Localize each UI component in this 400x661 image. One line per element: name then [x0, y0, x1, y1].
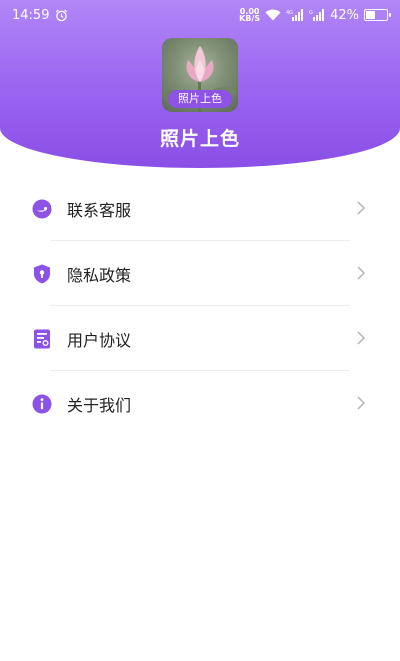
clock-time: 14:59 [12, 7, 50, 23]
settings-menu: 联系客服 隐私政策 用户协议 关于我们 [0, 176, 400, 436]
menu-item-contact-service[interactable]: 联系客服 [0, 176, 400, 241]
chevron-right-icon [357, 266, 366, 280]
wifi-icon [265, 9, 281, 21]
svg-text:G: G [309, 10, 313, 16]
menu-item-label: 联系客服 [67, 200, 132, 220]
document-icon [32, 329, 52, 349]
menu-item-privacy-policy[interactable]: 隐私政策 [0, 241, 400, 306]
menu-item-about-us[interactable]: 关于我们 [0, 371, 400, 436]
customer-service-icon [32, 199, 52, 219]
shield-icon [32, 264, 52, 284]
battery-icon [364, 9, 391, 21]
header-banner: 14:59 0.00 KB/S 4G G 42% 照片上色 照片上色 [0, 0, 400, 168]
menu-item-user-agreement[interactable]: 用户协议 [0, 306, 400, 371]
alarm-icon [56, 9, 68, 21]
menu-item-label: 隐私政策 [67, 265, 132, 285]
network-speed: 0.00 KB/S [239, 7, 261, 23]
avatar-badge: 照片上色 [168, 90, 232, 108]
info-icon [32, 394, 52, 414]
svg-text:4G: 4G [286, 10, 293, 16]
app-title: 照片上色 [159, 128, 240, 150]
chevron-right-icon [357, 201, 366, 215]
menu-item-label: 用户协议 [67, 330, 132, 350]
menu-item-label: 关于我们 [67, 395, 132, 415]
app-logo: 照片上色 [162, 38, 238, 112]
signal-g-icon: G [309, 9, 325, 21]
chevron-right-icon [357, 396, 366, 410]
battery-percent: 42% [330, 7, 359, 23]
chevron-right-icon [357, 331, 366, 345]
signal-4g-icon: 4G [286, 9, 304, 21]
status-bar: 14:59 0.00 KB/S 4G G 42% [0, 0, 400, 30]
